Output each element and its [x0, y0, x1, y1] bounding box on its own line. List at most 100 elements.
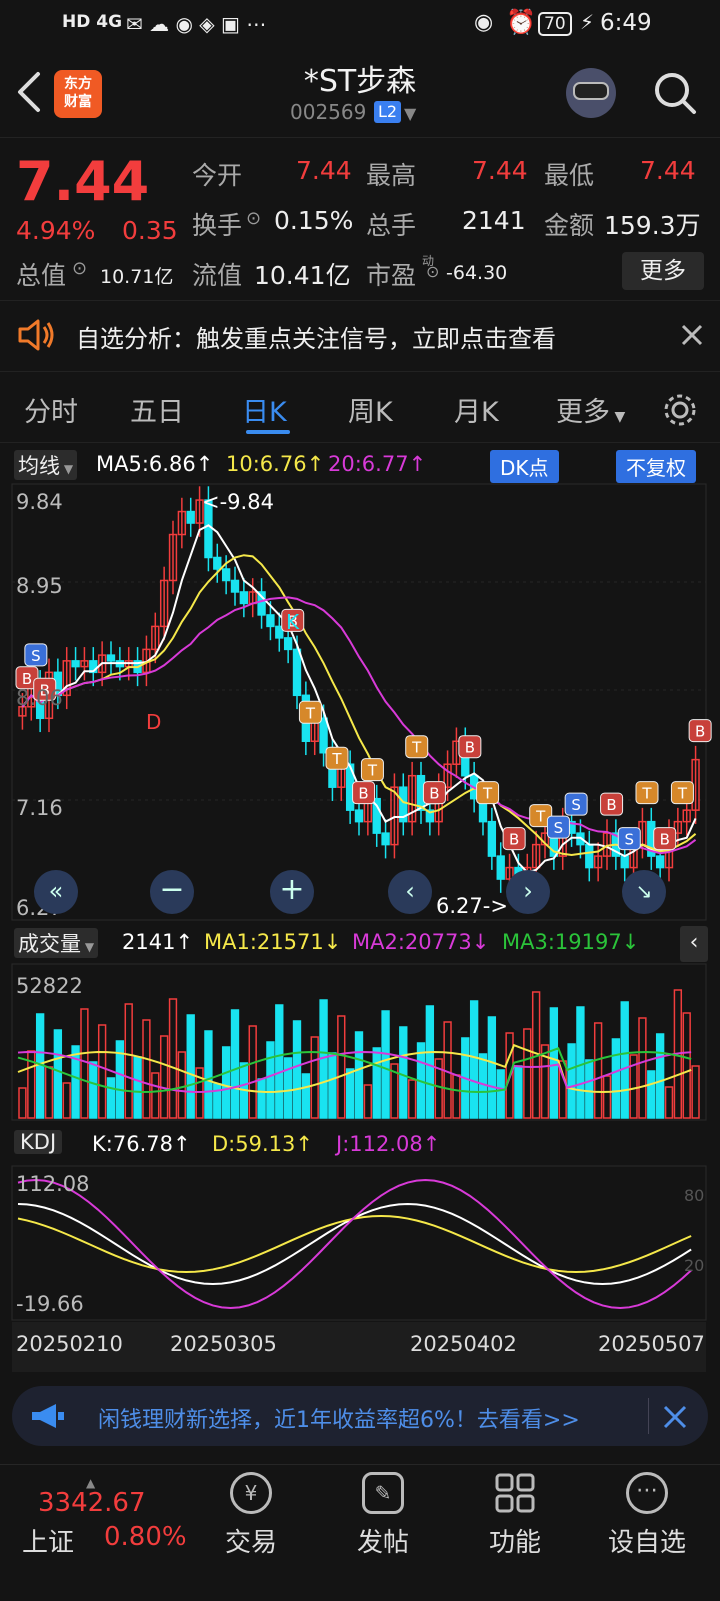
- ma20-legend: 20:6.77↑: [328, 452, 427, 476]
- info-icon[interactable]: ⊙: [72, 258, 87, 279]
- nav-trade[interactable]: ¥ 交易: [196, 1472, 306, 1559]
- volume-bar: [133, 1056, 142, 1119]
- dk-point-button[interactable]: DK点: [490, 450, 559, 483]
- speaker-icon: [18, 319, 54, 351]
- change-amount: 0.35: [122, 216, 178, 245]
- amount-value: 159.3万: [604, 211, 701, 240]
- index-value[interactable]: 3342.67: [38, 1488, 146, 1518]
- volume-chart: [11, 963, 707, 1121]
- step-left-button[interactable]: ‹: [388, 870, 432, 914]
- volume-bar: [363, 1084, 373, 1119]
- stock-header: *ST步森 002569 L2 ▼: [0, 48, 720, 136]
- zoom-out-button[interactable]: −: [150, 870, 194, 914]
- level2-badge[interactable]: L2: [374, 101, 402, 123]
- step-right-button[interactable]: ›: [506, 870, 550, 914]
- signal-marker-text: S: [554, 819, 564, 837]
- kline-chart[interactable]: SBBBTTBBTBTSBSTBTBSBTT: [0, 482, 720, 922]
- kdj-d: D:59.13↑: [212, 1132, 313, 1156]
- volume-bar: [71, 1045, 80, 1119]
- reset-view-button[interactable]: ↘: [622, 870, 666, 914]
- nav-add-watchlist[interactable]: ⋯ 设自选: [592, 1472, 702, 1559]
- volume-bar: [266, 1041, 275, 1119]
- current-price: 7.44: [16, 150, 150, 213]
- volume-bar: [620, 1001, 629, 1119]
- kdj-d-value: D:59.13: [212, 1132, 296, 1156]
- price-adjust-button[interactable]: 不复权: [616, 450, 696, 483]
- volume-ma2: MA2:20773↓: [352, 930, 490, 954]
- chevron-down-icon: ▼: [60, 462, 74, 476]
- signal-marker-text: B: [509, 831, 519, 849]
- tab-daily-k[interactable]: 日K: [242, 390, 287, 429]
- signal-marker-text: T: [641, 785, 652, 803]
- volume-bar: [62, 1082, 71, 1119]
- volume-y-max: 52822: [16, 974, 83, 998]
- x-axis-date: 20250402: [410, 1332, 517, 1356]
- tab-five-day[interactable]: 五日: [130, 390, 184, 429]
- kline-signal-markers: SBBBTTBBTBTSBSTBTBSBTT: [15, 608, 712, 851]
- volume-bar: [80, 1008, 89, 1119]
- gear-icon[interactable]: [662, 392, 698, 428]
- volume-bar: [18, 1087, 27, 1119]
- high-label: 最高: [366, 161, 417, 190]
- nav-functions[interactable]: 功能: [460, 1472, 570, 1559]
- volume-ma3-value: MA3:19197: [502, 930, 622, 954]
- tab-more[interactable]: 更多 ▼: [556, 390, 625, 429]
- volume-bar: [549, 1007, 559, 1119]
- volume-bar: [487, 1016, 497, 1119]
- zoom-in-button[interactable]: +: [270, 870, 314, 914]
- nav-trade-label: 交易: [224, 1528, 277, 1558]
- index-change[interactable]: 0.80%: [104, 1522, 187, 1552]
- candle-body: [496, 855, 505, 880]
- volume-ma3: MA3:19197↓: [502, 930, 640, 954]
- candle-body: [283, 637, 293, 651]
- volume-ma1-value: MA1:21571: [204, 930, 324, 954]
- info-icon[interactable]: ⊙: [246, 208, 261, 229]
- indicator-select[interactable]: 均线 ▼: [14, 450, 78, 480]
- volume-bar: [593, 1022, 603, 1119]
- volume-bar: [469, 1000, 479, 1119]
- index-name[interactable]: 上证: [22, 1522, 74, 1559]
- close-icon[interactable]: [680, 323, 704, 347]
- volume-bar: [372, 1047, 381, 1119]
- kdj-label[interactable]: KDJ: [14, 1130, 63, 1154]
- tab-weekly-k[interactable]: 周K: [348, 390, 393, 429]
- volume-bar: [354, 1031, 364, 1119]
- scroll-left-button[interactable]: «: [34, 870, 78, 914]
- volume-bar: [177, 1051, 187, 1119]
- candle-body: [354, 809, 364, 823]
- info-icon[interactable]: ⊙: [426, 262, 439, 281]
- tab-intraday[interactable]: 分时: [24, 390, 78, 429]
- chevron-down-icon[interactable]: ▼: [404, 104, 416, 123]
- clock: 6:49: [600, 10, 652, 36]
- volume-bar: [168, 998, 178, 1119]
- ma5-legend: MA5:6.86↑: [96, 452, 214, 476]
- volume-bar: [691, 1065, 700, 1119]
- low-label: 最低: [544, 161, 595, 190]
- d-marker: D: [146, 710, 162, 734]
- alarm-icon: ⏰: [506, 8, 536, 36]
- volume-bar: [337, 1015, 346, 1119]
- volume-bar: [159, 1035, 169, 1119]
- more-button[interactable]: 更多: [622, 252, 704, 290]
- volume-bar: [452, 1074, 461, 1119]
- ma10-value: 10:6.76: [226, 452, 307, 476]
- nav-post[interactable]: ✎ 发帖: [328, 1472, 438, 1559]
- float-label: 流值: [192, 261, 243, 290]
- volume-bar: [151, 1072, 160, 1119]
- nav-add-watchlist-label: 设自选: [607, 1528, 686, 1558]
- grid-icon: [494, 1472, 536, 1514]
- collapse-panel-button[interactable]: ‹: [680, 926, 708, 962]
- x-axis-date: 20250210: [16, 1332, 123, 1356]
- close-icon[interactable]: [662, 1404, 688, 1430]
- volume-indicator-select[interactable]: 成交量 ▼: [14, 928, 99, 958]
- search-icon[interactable]: [652, 70, 698, 116]
- robot-assistant-icon[interactable]: [566, 68, 616, 118]
- ad-banner[interactable]: 闲钱理财新选择，近1年收益率超6%！去看看>>: [12, 1386, 708, 1446]
- volume-bar: [638, 1017, 647, 1119]
- open-label: 今开: [192, 161, 243, 190]
- notice-bar[interactable]: 自选分析：触发重点关注信号，立即点击查看: [0, 300, 720, 372]
- kdj-k-value: K:76.78: [92, 1132, 173, 1156]
- tab-monthly-k[interactable]: 月K: [454, 390, 499, 429]
- signal-marker-text: B: [660, 831, 670, 849]
- volume-bar: [682, 1012, 691, 1119]
